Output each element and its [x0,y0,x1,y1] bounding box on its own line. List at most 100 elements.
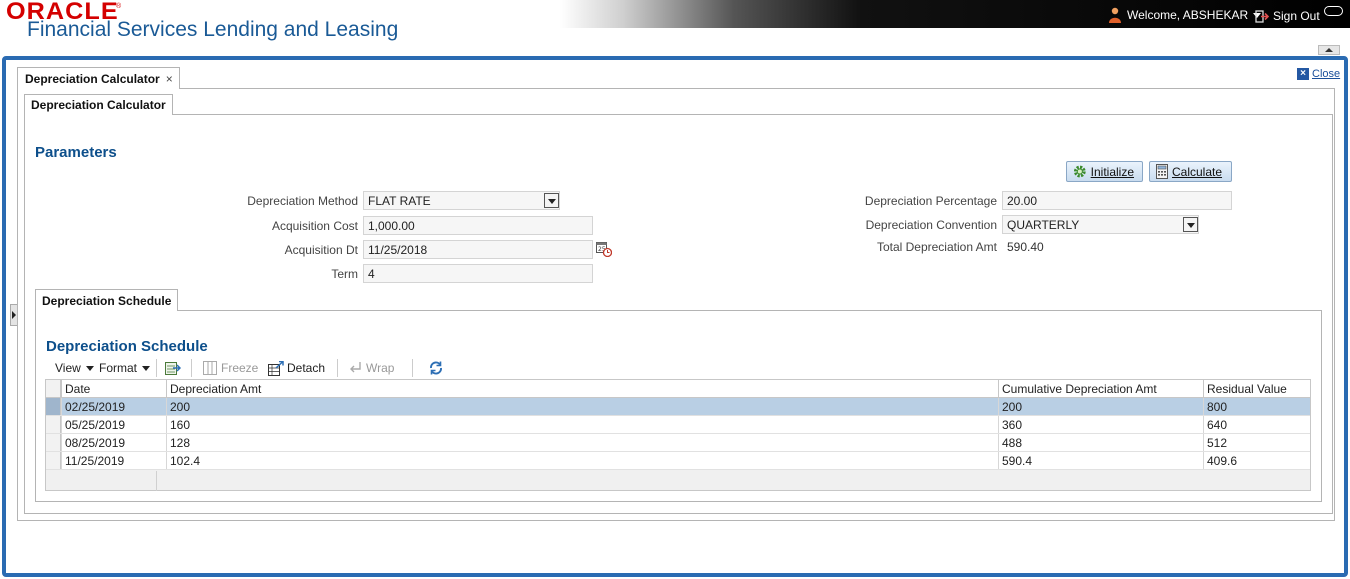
total-depreciation-amt-value: 590.40 [1007,240,1044,254]
acquisition-dt-field[interactable]: 11/25/2018 [363,240,593,259]
export-icon [165,361,181,375]
depreciation-schedule-table: Date Depreciation Amt Cumulative Depreci… [45,379,1311,491]
calculate-button[interactable]: Calculate [1149,161,1232,182]
column-header-cumulative-depreciation-amt[interactable]: Cumulative Depreciation Amt [998,380,1203,397]
refresh-button[interactable] [428,357,444,379]
tab-depreciation-calculator[interactable]: Depreciation Calculator × [17,67,180,89]
cell-residual-value: 800 [1203,398,1310,415]
table-footer-divider [156,471,157,491]
schedule-title: Depreciation Schedule [46,338,208,355]
close-tab-icon[interactable]: × [166,72,173,86]
tab-label: Depreciation Calculator [25,71,160,86]
sign-out-link[interactable]: Sign Out [1255,9,1320,23]
table-header-row: Date Depreciation Amt Cumulative Depreci… [46,380,1310,398]
depreciation-percentage-field[interactable]: 20.00 [1002,191,1232,210]
parameters-title: Parameters [35,144,117,161]
cell-depreciation-amt: 128 [166,434,998,451]
wrap-icon [350,362,361,373]
app-title: Financial Services Lending and Leasing [27,18,399,41]
column-header-date[interactable]: Date [61,380,168,397]
row-selector[interactable] [46,434,61,451]
cell-cumulative-depreciation-amt: 360 [998,416,1203,433]
format-label: Format [99,361,138,375]
acquisition-cost-label: Acquisition Cost [271,219,358,233]
depreciation-percentage-label: Depreciation Percentage [864,194,997,208]
depreciation-convention-label: Depreciation Convention [865,218,997,232]
initialize-label: Initialize [1090,164,1134,179]
tab-depreciation-schedule[interactable]: Depreciation Schedule [35,289,179,311]
welcome-text: Welcome, ABSHEKAR [1127,8,1249,22]
row-selector[interactable] [46,452,61,469]
close-label: Close [1312,68,1341,80]
cell-cumulative-depreciation-amt: 590.4 [998,452,1203,469]
export-button[interactable] [165,357,181,379]
accessibility-toggle-icon[interactable] [1324,6,1343,16]
collapse-header-button[interactable] [1318,45,1340,55]
cell-date: 05/25/2019 [61,416,166,433]
toolbar-divider [412,359,413,377]
cell-depreciation-amt: 200 [166,398,998,415]
cell-residual-value: 512 [1203,434,1310,451]
table-row[interactable]: 11/25/2019 102.4 590.4 409.6 [46,452,1310,470]
depreciation-method-label: Depreciation Method [247,194,358,208]
cell-cumulative-depreciation-amt: 488 [998,434,1203,451]
close-button[interactable]: × Close [1297,68,1340,80]
registered-mark: ® [116,3,122,10]
table-row[interactable]: 05/25/2019 160 360 640 [46,416,1310,434]
toolbar-divider [156,359,157,377]
calculator-icon [1156,164,1168,179]
table-row[interactable]: 02/25/2019 200 200 800 [46,398,1310,416]
column-header-depreciation-amt[interactable]: Depreciation Amt [166,380,1001,397]
row-header-corner [46,380,61,397]
freeze-button[interactable]: Freeze [203,357,258,379]
acquisition-cost-field[interactable]: 1,000.00 [363,216,593,235]
cell-date: 08/25/2019 [61,434,166,451]
chevron-down-icon [1183,217,1198,232]
chevron-down-icon [85,365,94,371]
acquisition-dt-label: Acquisition Dt [284,243,358,257]
term-field[interactable]: 4 [363,264,593,283]
chevron-down-icon [142,365,151,371]
gear-icon [1073,165,1086,178]
view-label: View [55,361,81,375]
cell-date: 11/25/2019 [61,452,166,469]
row-selector[interactable] [46,416,61,433]
cell-date: 02/25/2019 [61,398,166,415]
row-selector[interactable] [46,398,61,415]
view-menu[interactable]: View [55,357,94,379]
wrap-button[interactable]: Wrap [348,357,394,379]
toolbar-divider [191,359,192,377]
table-row[interactable]: 08/25/2019 128 488 512 [46,434,1310,452]
detach-label: Detach [287,361,326,375]
table-toolbar: View Format Freeze Detach Wrap [46,357,1310,379]
cell-depreciation-amt: 160 [166,416,998,433]
depreciation-convention-select[interactable]: QUARTERLY [1002,215,1199,234]
chevron-down-icon [544,193,559,208]
cell-residual-value: 409.6 [1203,452,1310,469]
close-icon: × [1297,68,1309,80]
user-icon [1109,7,1121,23]
column-header-residual-value[interactable]: Residual Value [1203,380,1310,397]
cell-cumulative-depreciation-amt: 200 [998,398,1203,415]
app-header: ORACLE ® Financial Services Lending and … [0,0,1350,56]
detach-button[interactable]: Detach [268,357,325,379]
wrap-label: Wrap [366,361,395,375]
freeze-icon [203,361,217,375]
depreciation-convention-value: QUARTERLY [1007,218,1080,232]
depreciation-method-value: FLAT RATE [368,194,431,208]
refresh-icon [430,361,442,375]
toolbar-divider [337,359,338,377]
calendar-icon[interactable]: 25 [596,241,612,257]
initialize-button[interactable]: Initialize [1066,161,1143,182]
calculate-label: Calculate [1172,164,1223,179]
total-depreciation-amt-label: Total Depreciation Amt [876,240,997,254]
format-menu[interactable]: Format [99,357,151,379]
detach-icon [268,360,284,376]
sign-out-label: Sign Out [1273,9,1320,23]
cell-residual-value: 640 [1203,416,1310,433]
depreciation-method-select[interactable]: FLAT RATE [363,191,560,210]
sign-out-icon [1255,9,1269,23]
subtab-depreciation-calculator[interactable]: Depreciation Calculator [24,94,173,115]
user-menu[interactable]: Welcome, ABSHEKAR [1108,7,1262,23]
term-label: Term [331,267,358,281]
